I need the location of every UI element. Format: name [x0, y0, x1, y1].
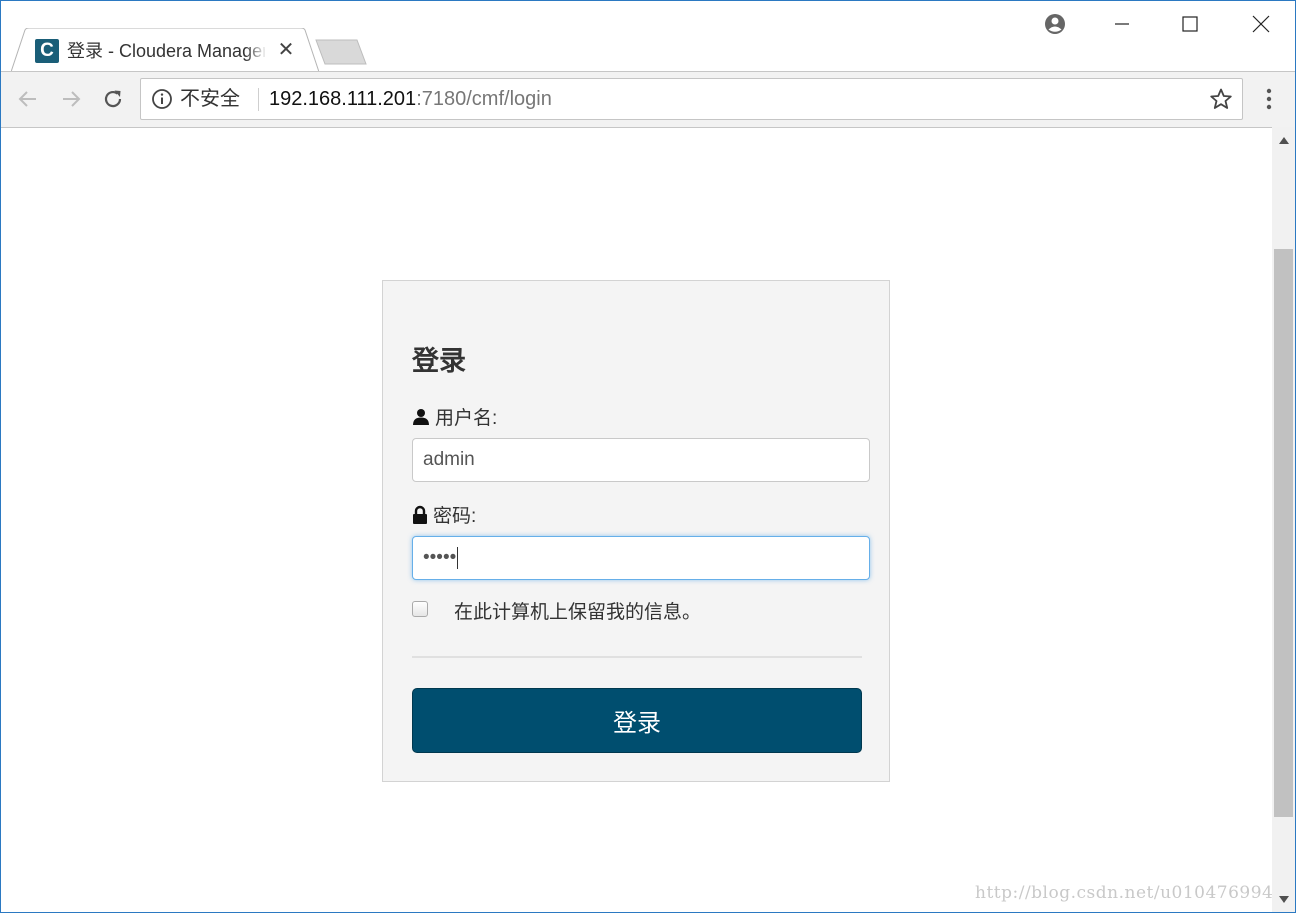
- login-heading: 登录: [412, 346, 466, 376]
- browser-tab[interactable]: C 登录 - Cloudera Manager ✕: [11, 28, 319, 72]
- new-tab-button[interactable]: [315, 39, 367, 65]
- scroll-down-icon[interactable]: [1272, 888, 1295, 910]
- scroll-thumb[interactable]: [1274, 249, 1293, 817]
- login-button[interactable]: 登录: [412, 688, 862, 753]
- watermark: http://blog.csdn.net/u010476994: [975, 883, 1274, 903]
- menu-icon[interactable]: [1258, 86, 1280, 112]
- account-icon[interactable]: [1032, 11, 1078, 37]
- reload-icon[interactable]: [98, 84, 128, 114]
- browser-window: C 登录 - Cloudera Manager ✕ 不安全 192.168.11…: [0, 0, 1296, 913]
- url-host: 192.168.111.201: [269, 88, 417, 110]
- username-label-text: 用户名:: [435, 408, 498, 429]
- address-bar[interactable]: 不安全 192.168.111.201:7180/cmf/login: [140, 78, 1243, 120]
- cloudera-favicon-icon: C: [35, 39, 59, 63]
- url-text[interactable]: 192.168.111.201:7180/cmf/login: [269, 87, 552, 111]
- tab-close-icon[interactable]: ✕: [275, 39, 297, 61]
- password-value: •••••: [423, 547, 457, 568]
- tab-title-fade: [245, 38, 267, 64]
- lock-icon: [413, 505, 427, 524]
- user-icon: [413, 408, 429, 425]
- remember-checkbox[interactable]: [412, 601, 428, 617]
- address-separator: [258, 88, 259, 111]
- minimize-icon[interactable]: [1099, 11, 1145, 37]
- vertical-scrollbar[interactable]: [1272, 127, 1295, 912]
- browser-toolbar: 不安全 192.168.111.201:7180/cmf/login: [1, 71, 1295, 128]
- username-value: admin: [423, 449, 475, 470]
- remember-label[interactable]: 在此计算机上保留我的信息。: [454, 597, 701, 624]
- forward-icon[interactable]: [56, 84, 86, 114]
- password-label-text: 密码:: [433, 506, 477, 527]
- login-panel: 登录 用户名: admin 密码: ••••• 在此计算机上保留我的信息。 登录: [382, 280, 890, 782]
- tab-title: 登录 - Cloudera Manager: [67, 41, 265, 61]
- password-label: 密码:: [412, 501, 476, 528]
- close-icon[interactable]: [1238, 11, 1284, 37]
- username-input[interactable]: admin: [412, 438, 870, 482]
- text-caret: [457, 546, 459, 569]
- info-icon[interactable]: [151, 88, 173, 110]
- password-input[interactable]: •••••: [412, 536, 870, 580]
- security-label[interactable]: 不安全: [180, 87, 240, 111]
- maximize-icon[interactable]: [1167, 11, 1213, 37]
- title-bar: C 登录 - Cloudera Manager ✕: [1, 1, 1295, 72]
- url-path: :7180/cmf/login: [416, 88, 552, 110]
- star-icon[interactable]: [1209, 87, 1233, 111]
- form-divider: [412, 656, 862, 658]
- back-icon[interactable]: [13, 84, 43, 114]
- scroll-up-icon[interactable]: [1272, 129, 1295, 151]
- username-label: 用户名:: [412, 403, 497, 430]
